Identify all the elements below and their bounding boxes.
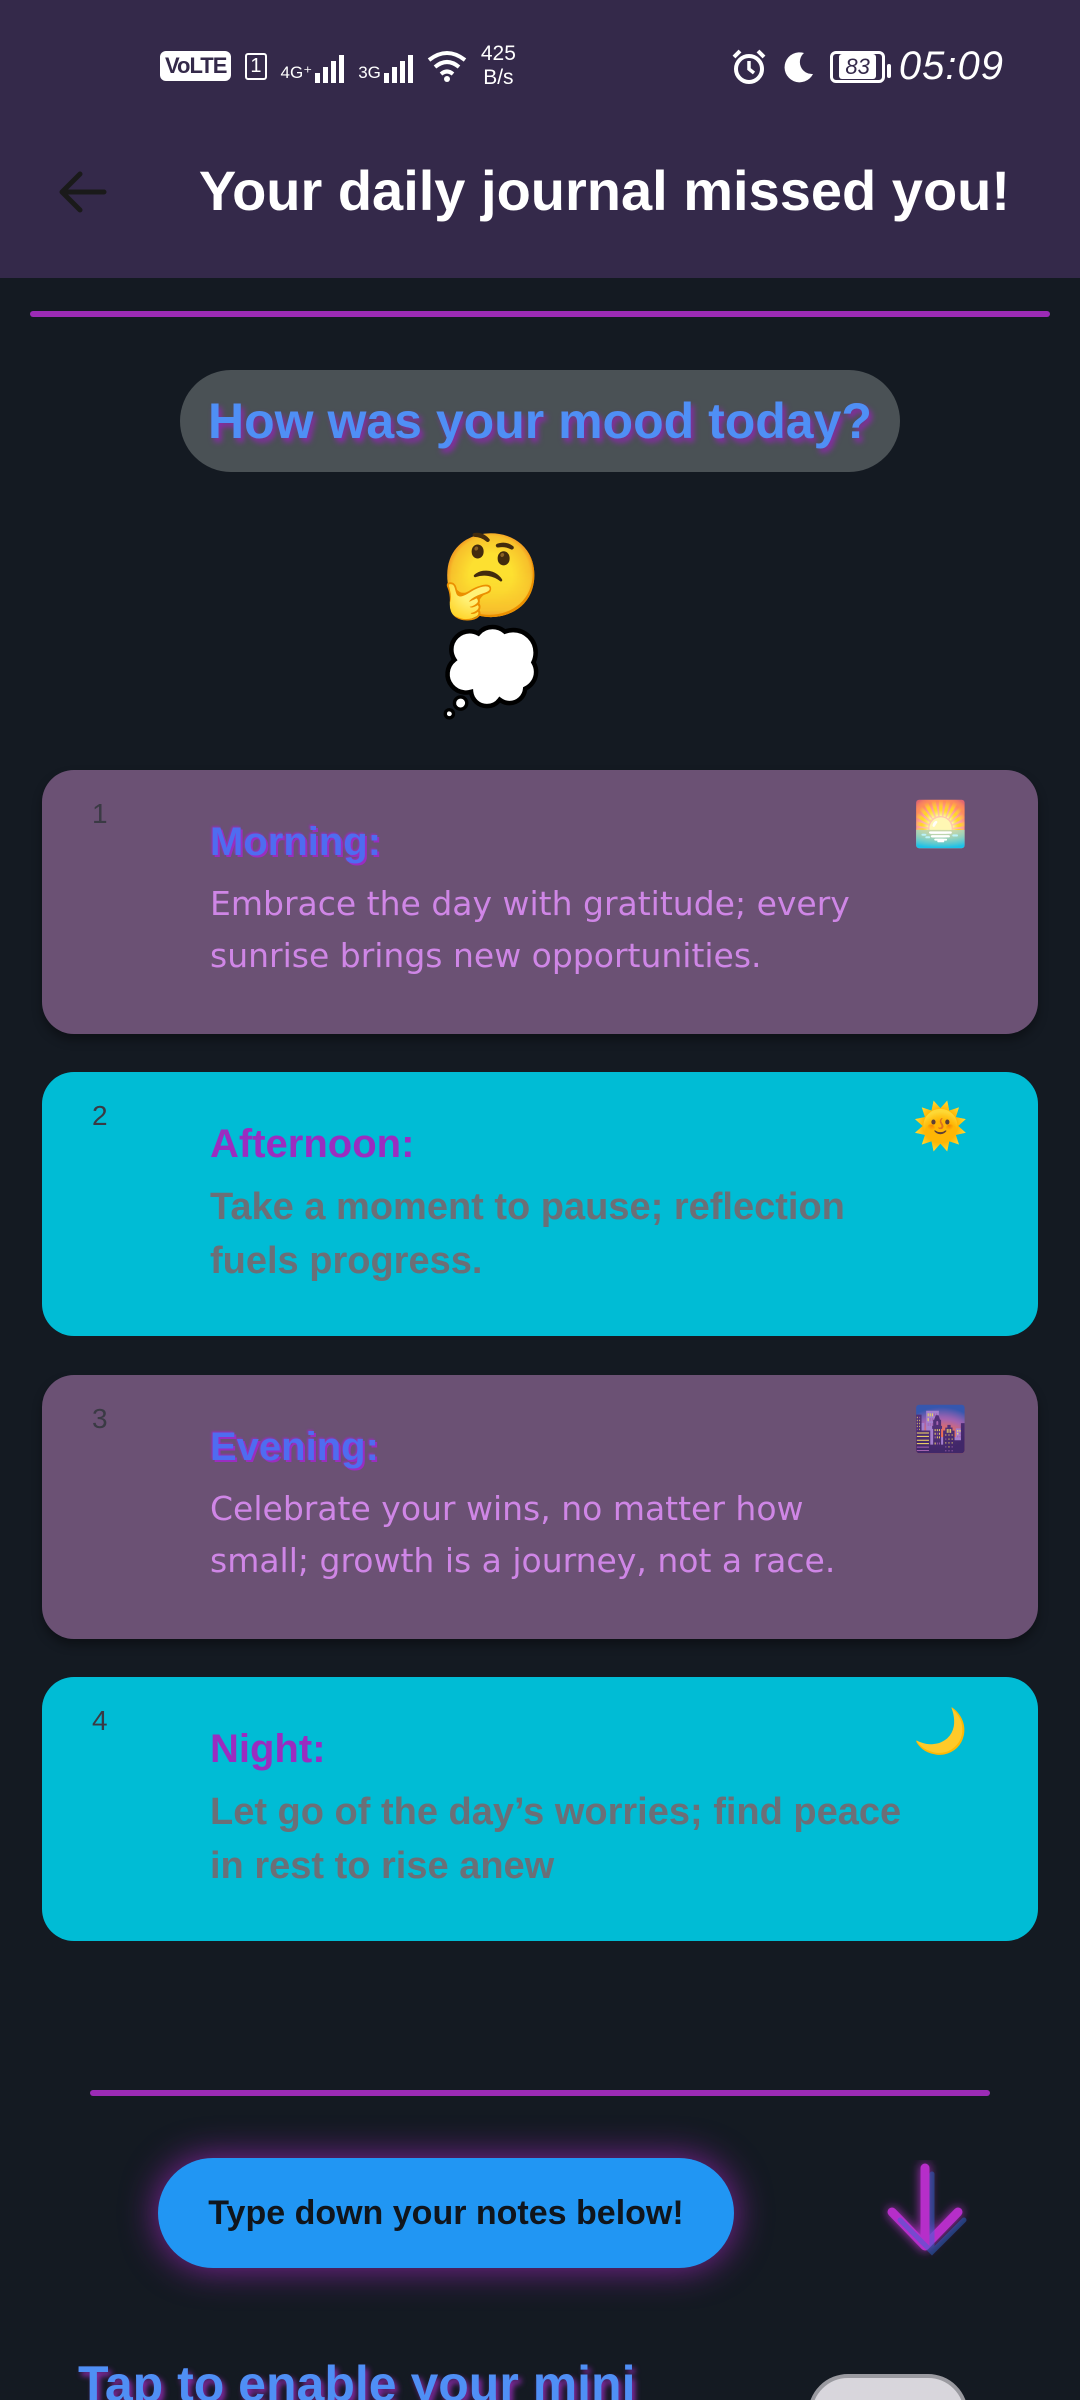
- entry-number: 2: [92, 1100, 108, 1131]
- entry-card[interactable]: 2 🌞 Afternoon: Take a moment to pause; refl…: [42, 1072, 1038, 1336]
- entry-icon: 🌅: [913, 799, 968, 850]
- sim-indicator: 1: [245, 52, 267, 80]
- battery-indicator: 83: [830, 50, 892, 83]
- entry-card[interactable]: 3 🌆 Evening: Celebrate your wins, no matter…: [42, 1375, 1038, 1639]
- entry-title: Night:: [210, 1727, 326, 1771]
- entry-text: Take a moment to pause; reflection fuels…: [210, 1186, 845, 1282]
- app-bar: VoLTE 1 4G⁺ 3G 425 B/s 83 05:09 Your dai…: [0, 0, 1080, 278]
- net-type-label: 4G⁺: [280, 63, 313, 82]
- volte-badge: VoLTE: [160, 51, 232, 81]
- arrow-down-icon[interactable]: [880, 2160, 970, 2260]
- mood-question-pill: How was your mood today?: [180, 370, 900, 472]
- entry-text: Celebrate your wins, no matter how small…: [210, 1489, 836, 1580]
- signal-4g: 4G⁺: [281, 49, 345, 83]
- status-right: 83 05:09: [730, 44, 1004, 89]
- back-button[interactable]: [52, 162, 112, 222]
- entry-title: Morning:: [210, 820, 382, 864]
- entry-text: Embrace the day with gratitude; every su…: [210, 884, 850, 975]
- entry-number: 1: [92, 798, 108, 829]
- arrow-left-icon: [59, 171, 107, 213]
- status-time: 05:09: [898, 44, 1004, 88]
- mini-toggle[interactable]: [808, 2374, 968, 2400]
- wifi-icon: [427, 51, 467, 82]
- status-bar: VoLTE 1 4G⁺ 3G 425 B/s 83 05:09: [0, 0, 1080, 130]
- thinking-emoji: 🤔💭: [440, 529, 543, 720]
- battery-level: 83: [839, 53, 876, 79]
- bottom-divider: [90, 2090, 990, 2096]
- entry-text: Let go of the day’s worries; find peace …: [210, 1791, 902, 1887]
- notes-button[interactable]: Type down your notes below!: [158, 2158, 734, 2268]
- signal-bars-icon: [383, 49, 413, 83]
- entry-title: Evening:: [210, 1425, 379, 1469]
- entry-icon: 🌙: [913, 1706, 968, 1757]
- top-divider: [30, 311, 1050, 317]
- entry-icon: 🌆: [913, 1404, 968, 1455]
- speed-value: 425: [480, 42, 516, 65]
- speed-unit: B/s: [483, 66, 514, 89]
- status-left: VoLTE 1 4G⁺ 3G 425 B/s: [160, 42, 516, 90]
- network-speed: 425 B/s: [481, 42, 516, 90]
- entry-card[interactable]: 1 🌅 Morning: Embrace the day with gratitude…: [42, 770, 1038, 1034]
- entry-title: Afternoon:: [210, 1122, 415, 1166]
- moon-icon: [784, 51, 814, 82]
- net-type-label: 3G: [358, 63, 381, 82]
- alarm-icon: [732, 49, 766, 84]
- mood-question: How was your mood today?: [208, 393, 872, 449]
- entry-number: 3: [92, 1403, 108, 1434]
- entry-icon: 🌞: [913, 1101, 968, 1152]
- page-title: Your daily journal missed you!: [198, 159, 1010, 222]
- signal-3g: 3G: [358, 49, 413, 83]
- entry-card[interactable]: 4 🌙 Night: Let go of the day’s worries; fin…: [42, 1677, 1038, 1941]
- mini-enable-label: Tap to enable your mini: [78, 2356, 636, 2400]
- entry-number: 4: [92, 1705, 108, 1736]
- signal-bars-icon: [315, 49, 345, 83]
